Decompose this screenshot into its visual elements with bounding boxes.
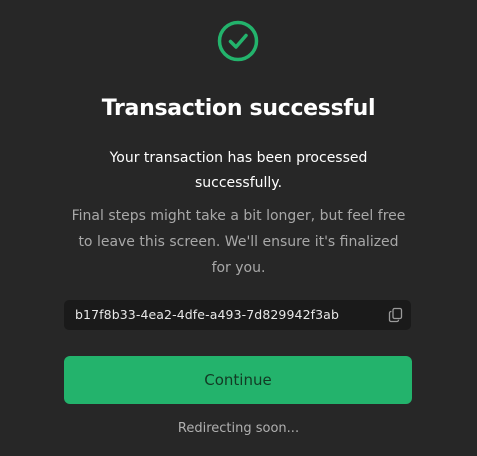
copy-icon[interactable] — [388, 307, 404, 323]
transaction-id-value: b17f8b33-4ea2-4dfe-a493-7d829942f3ab — [75, 307, 339, 322]
info-note: Final steps might take a bit longer, but… — [71, 208, 406, 276]
check-circle-icon — [217, 20, 259, 62]
success-message: Your transaction has been processed succ… — [109, 150, 368, 191]
page-title: Transaction successful — [101, 96, 376, 121]
redirect-status: Redirecting soon... — [177, 421, 300, 436]
transaction-success-panel: Transaction successful Your transaction … — [0, 0, 477, 456]
transaction-id-field: b17f8b33-4ea2-4dfe-a493-7d829942f3ab — [64, 300, 411, 330]
continue-button[interactable]: Continue — [64, 356, 412, 404]
